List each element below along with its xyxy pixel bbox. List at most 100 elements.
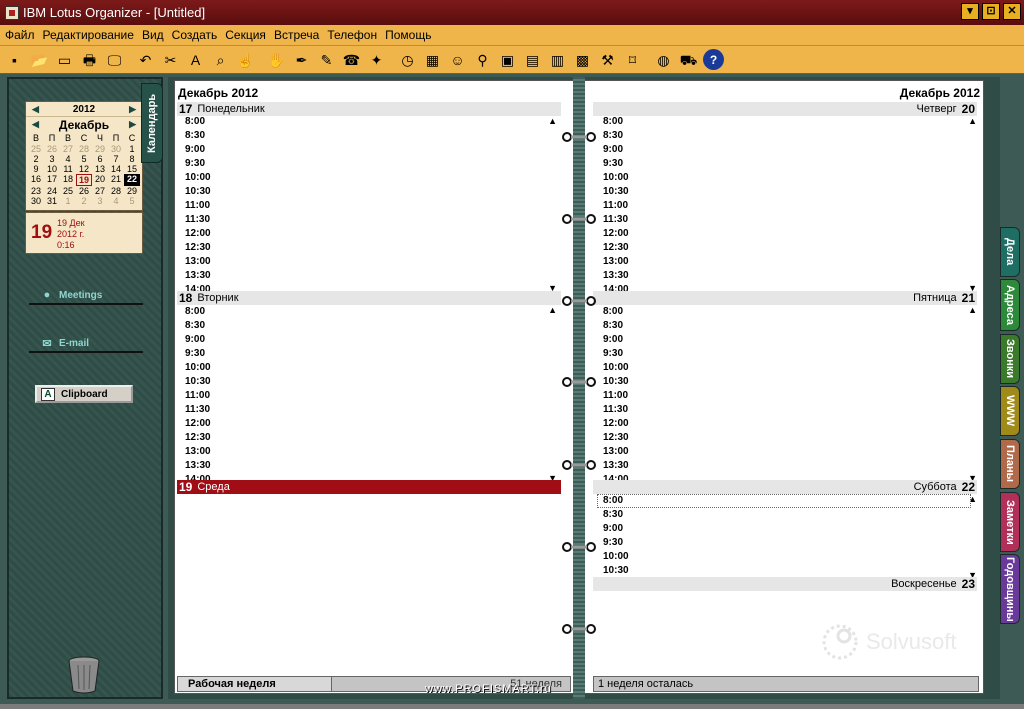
time-slot[interactable]: 11:30: [603, 213, 963, 227]
mark-icon[interactable]: ▪: [4, 49, 25, 70]
time-slot[interactable]: 10:30: [185, 185, 545, 199]
mini-calendar-day[interactable]: 1: [60, 196, 76, 206]
tab-www[interactable]: WWW: [1000, 386, 1020, 436]
mini-calendar-day[interactable]: 28: [76, 144, 92, 154]
time-slot[interactable]: 13:00: [185, 255, 545, 269]
car-icon[interactable]: ⛟: [678, 49, 699, 70]
mini-calendar-day[interactable]: 10: [44, 164, 60, 174]
time-slot[interactable]: 8:00: [185, 115, 545, 129]
help-icon[interactable]: ?: [703, 49, 724, 70]
mini-calendar-day[interactable]: 31: [44, 196, 60, 206]
mini-calendar-day[interactable]: 30: [108, 144, 124, 154]
day-header[interactable]: Воскресенье 23: [593, 577, 977, 591]
phone-icon[interactable]: ☎: [341, 49, 362, 70]
tab-calls[interactable]: Звонки: [1000, 334, 1020, 384]
mini-calendar-day[interactable]: 2: [76, 196, 92, 206]
time-slot[interactable]: 11:30: [603, 403, 963, 417]
tab-anniversaries[interactable]: Годовщины: [1000, 554, 1020, 624]
time-slot[interactable]: 13:00: [603, 255, 963, 269]
mini-calendar-day[interactable]: 22: [124, 174, 140, 186]
mini-calendar-day[interactable]: 29: [92, 144, 108, 154]
minimize-button[interactable]: ▾: [961, 3, 979, 20]
mini-calendar-day[interactable]: 26: [76, 186, 92, 196]
menu-section[interactable]: Секция: [223, 28, 272, 42]
time-slot[interactable]: 10:00: [603, 361, 963, 375]
next-month-icon[interactable]: ▶: [129, 119, 136, 130]
menu-create[interactable]: Создать: [170, 28, 224, 42]
meetings-button[interactable]: ● Meetings: [29, 287, 143, 305]
address-card-icon[interactable]: ▤: [522, 49, 543, 70]
mini-calendar-day[interactable]: 12: [76, 164, 92, 174]
time-slot[interactable]: 10:00: [603, 171, 963, 185]
menu-meeting[interactable]: Встреча: [272, 28, 325, 42]
menu-file[interactable]: Файл: [3, 28, 41, 42]
prev-year-icon[interactable]: ◀: [32, 104, 39, 115]
time-slot[interactable]: 9:30: [603, 157, 963, 171]
next-year-icon[interactable]: ▶: [129, 104, 136, 115]
day-header[interactable]: 18 Вторник: [177, 291, 561, 305]
time-slot[interactable]: 10:00: [185, 361, 545, 375]
mini-calendar-day[interactable]: 5: [124, 196, 140, 206]
day-header[interactable]: Четверг 20: [593, 102, 977, 116]
time-slot[interactable]: 9:00: [185, 333, 545, 347]
calendar-3-icon[interactable]: ▩: [572, 49, 593, 70]
mini-calendar-day[interactable]: 5: [76, 154, 92, 164]
hand-icon[interactable]: ☝: [235, 49, 256, 70]
tab-tasks[interactable]: Дела: [1000, 227, 1020, 277]
mini-calendar-day[interactable]: 29: [124, 186, 140, 196]
mini-calendar-day[interactable]: 27: [92, 186, 108, 196]
time-slot[interactable]: 11:00: [185, 389, 545, 403]
time-slot[interactable]: 8:00: [185, 305, 545, 319]
mini-calendar-day[interactable]: 17: [44, 174, 60, 186]
time-slot[interactable]: 8:30: [185, 319, 545, 333]
time-slot[interactable]: 13:30: [603, 459, 963, 473]
time-slot[interactable]: 12:30: [603, 431, 963, 445]
time-slot[interactable]: 11:30: [185, 213, 545, 227]
week-mode-select[interactable]: Рабочая неделя: [178, 677, 332, 691]
pen-icon[interactable]: ✒: [291, 49, 312, 70]
link-icon[interactable]: ⚲: [472, 49, 493, 70]
mini-calendar-day[interactable]: 4: [108, 196, 124, 206]
clipboard-button[interactable]: A Clipboard: [35, 385, 133, 403]
mini-calendar-day[interactable]: 14: [108, 164, 124, 174]
time-slot[interactable]: 9:00: [603, 333, 963, 347]
trash-icon[interactable]: [66, 655, 102, 695]
mini-calendar-day[interactable]: 7: [108, 154, 124, 164]
time-slot[interactable]: 8:30: [185, 129, 545, 143]
time-slot[interactable]: 12:30: [603, 241, 963, 255]
close-button[interactable]: ✕: [1003, 3, 1021, 20]
mini-calendar-day[interactable]: 11: [60, 164, 76, 174]
mini-calendar-day[interactable]: 20: [92, 174, 108, 186]
mini-calendar-day[interactable]: 15: [124, 164, 140, 174]
prev-month-icon[interactable]: ◀: [32, 119, 39, 130]
mini-calendar-day[interactable]: 4: [60, 154, 76, 164]
time-slot[interactable]: 9:00: [185, 143, 545, 157]
tab-notes[interactable]: Заметки: [1000, 492, 1020, 552]
day-header[interactable]: Суббота 22: [593, 480, 977, 494]
time-slot[interactable]: 14:00: [185, 283, 545, 291]
scroll-up-icon[interactable]: ▲: [548, 305, 557, 315]
menu-edit[interactable]: Редактирование: [41, 28, 140, 42]
day-header[interactable]: 17 Понедельник: [177, 102, 561, 116]
mini-calendar-day[interactable]: 24: [44, 186, 60, 196]
contact-icon[interactable]: ☺: [447, 49, 468, 70]
time-slot[interactable]: 10:00: [603, 550, 963, 564]
time-slot[interactable]: 10:00: [185, 171, 545, 185]
mini-calendar-day[interactable]: 27: [60, 144, 76, 154]
tag-icon[interactable]: ⌑: [622, 49, 643, 70]
app-icon[interactable]: [5, 5, 19, 20]
mini-calendar-day[interactable]: 9: [28, 164, 44, 174]
mini-calendar-day[interactable]: 18: [60, 174, 76, 186]
mini-calendar-day[interactable]: 8: [124, 154, 140, 164]
time-slot[interactable]: 12:30: [185, 431, 545, 445]
time-slot[interactable]: 10:30: [603, 564, 963, 578]
mini-calendar-day[interactable]: 28: [108, 186, 124, 196]
menu-view[interactable]: Вид: [140, 28, 170, 42]
time-slot[interactable]: 8:00: [603, 115, 963, 129]
time-slot[interactable]: 12:00: [185, 417, 545, 431]
scroll-up-icon[interactable]: ▲: [968, 305, 977, 315]
time-slot[interactable]: 8:30: [603, 508, 963, 522]
grab-icon[interactable]: ✋: [266, 49, 287, 70]
restore-button[interactable]: ⊡: [982, 3, 1000, 20]
mini-calendar-day[interactable]: 25: [60, 186, 76, 196]
